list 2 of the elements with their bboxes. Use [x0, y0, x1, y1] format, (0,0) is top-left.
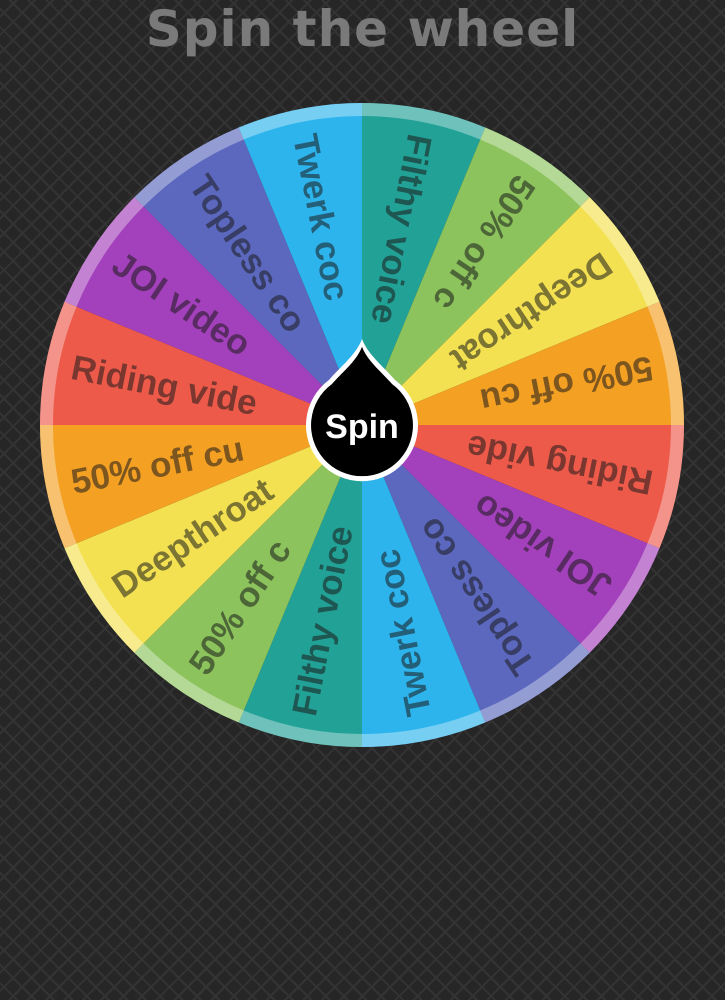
- page-title: Spin the wheel: [146, 2, 580, 57]
- spin-button[interactable]: Spin: [306, 339, 418, 482]
